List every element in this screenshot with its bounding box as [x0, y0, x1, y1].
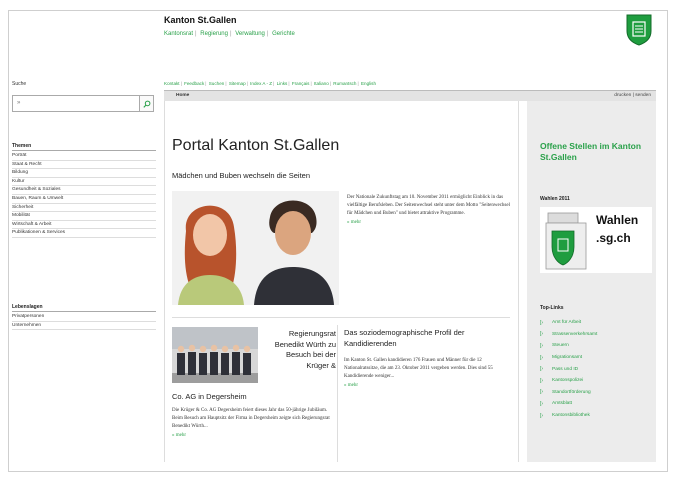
nav-kantonsrat[interactable]: Kantonsrat — [164, 31, 193, 37]
toplink-label: Pass und ID — [552, 366, 579, 372]
arrow-right-icon: [› — [540, 319, 544, 326]
arrow-right-icon: [› — [540, 331, 544, 338]
divider — [337, 325, 338, 462]
lead-heading[interactable]: Mädchen und Buben wechseln die Seiten — [172, 171, 310, 180]
sidebar-item-publikationen[interactable]: Publikationen & Services — [12, 229, 156, 238]
team-photo[interactable] — [172, 327, 258, 383]
themen-heading: Themen — [12, 143, 156, 151]
teaser1-more-link[interactable]: » mehr — [172, 433, 186, 438]
toplink-label: Strassenverkehrsamt — [552, 331, 598, 337]
wahlen-heading: Wahlen 2011 — [540, 196, 570, 202]
ballot-box-icon — [545, 212, 587, 270]
sidebar-item-kultur[interactable]: Kultur — [12, 178, 156, 187]
arrow-right-icon: [› — [540, 412, 544, 419]
arrow-right-icon: [› — [540, 354, 544, 361]
divider — [172, 317, 510, 318]
sidebar-item-sicherheit[interactable]: Sicherheit — [12, 204, 156, 213]
toplink-item[interactable]: [› Migrationsamt — [540, 352, 597, 364]
service-link-suchen[interactable]: Suchen — [209, 81, 225, 86]
service-link-feedback[interactable]: Feedback — [184, 81, 204, 86]
service-link-francais[interactable]: Français — [292, 81, 310, 86]
arrow-right-icon: [› — [540, 377, 544, 384]
service-link-english[interactable]: English — [361, 81, 376, 86]
toplink-item[interactable]: [› Amtsblatt — [540, 398, 597, 410]
sidebar-item-privatpersonen[interactable]: Privatpersonen — [12, 313, 156, 322]
service-link-italiano[interactable]: Italiano — [314, 81, 329, 86]
st-gallen-crest-icon[interactable] — [626, 14, 652, 46]
toplink-item[interactable]: [› Strassenverkehrsamt — [540, 329, 597, 341]
themen-list: Porträt Staat & Recht Bildung Kultur Ges… — [12, 152, 156, 238]
site-title[interactable]: Kanton St.Gallen — [164, 15, 237, 25]
sidebar-item-wirtschaft[interactable]: Wirtschaft & Arbeit — [12, 221, 156, 230]
sidebar-item-bauen[interactable]: Bauen, Raum & Umwelt — [12, 195, 156, 204]
search-icon — [142, 100, 150, 108]
toplink-label: Kantonspolizei — [552, 378, 584, 384]
teaser2-text: Im Kanton St. Gallen kandidieren 176 Fra… — [344, 357, 510, 390]
lebenslagen-heading: Lebenslagen — [12, 304, 156, 312]
service-link-index[interactable]: Index A - Z — [250, 81, 272, 86]
hero-photo[interactable] — [172, 191, 339, 305]
hero-paragraph: Der Nationale Zukunftstag am 10. Novembe… — [347, 195, 510, 217]
breadcrumb-home[interactable]: Home — [176, 93, 189, 98]
teaser1-text: Die Krüger & Co. AG Degersheim feiert di… — [172, 407, 332, 440]
teaser1-title[interactable]: Regierungsrat Benedikt Würth zu Besuch b… — [262, 329, 336, 371]
nav-verwaltung[interactable]: Verwaltung — [235, 31, 265, 37]
toplink-item[interactable]: [› Amt für Arbeit — [540, 317, 597, 329]
service-link-rumantsch[interactable]: Rumantsch — [333, 81, 356, 86]
arrow-right-icon: [› — [540, 342, 544, 349]
wahlen-banner-line1: Wahlen — [596, 213, 639, 227]
teaser1-title-tail[interactable]: Co. AG in Degersheim — [172, 392, 247, 401]
page-title: Portal Kanton St.Gallen — [172, 137, 340, 154]
sidebar-item-bildung[interactable]: Bildung — [12, 169, 156, 178]
teaser2-paragraph: Im Kanton St. Gallen kandidieren 176 Fra… — [344, 358, 493, 380]
sidebar-item-unternehmen[interactable]: Unternehmen — [12, 322, 156, 331]
arrow-right-icon: [› — [540, 366, 544, 373]
teaser2-title[interactable]: Das soziodemographische Profil der Kandi… — [344, 327, 514, 349]
breadcrumb-bar: Home drucken | senden — [164, 90, 656, 101]
toplinks-list: [› Amt für Arbeit [› Strassenverkehrsamt [… — [540, 317, 597, 421]
lebenslagen-list: Privatpersonen Unternehmen — [12, 313, 156, 331]
service-link-kontakt[interactable]: Kontakt — [164, 81, 180, 86]
service-link-sitemap[interactable]: Sitemap — [229, 81, 246, 86]
print-send-links[interactable]: drucken | senden — [614, 93, 651, 98]
toplink-item[interactable]: [› Kantonspolizei — [540, 375, 597, 387]
search-input[interactable]: » — [12, 95, 140, 112]
toplink-item[interactable]: [› Pass und ID — [540, 363, 597, 375]
toplink-label: Standortförderung — [552, 389, 591, 395]
toplink-label: Migrationsamt — [552, 355, 583, 361]
toplink-label: Steuern — [552, 343, 569, 349]
service-link-links[interactable]: Links — [277, 81, 288, 86]
toplinks-heading: Top-Links — [540, 305, 564, 311]
sidebar-item-mobilitaet[interactable]: Mobilität — [12, 212, 156, 221]
teaser2-more-link[interactable]: » mehr — [344, 383, 358, 388]
service-nav: Kontakt| Feedback| Suchen| Sitemap| Inde… — [164, 81, 377, 86]
wahlen-banner-line2: .sg.ch — [596, 231, 631, 245]
sidebar-item-gesundheit[interactable]: Gesundheit & Soziales — [12, 186, 156, 195]
toplink-item[interactable]: [› Steuern — [540, 340, 597, 352]
nav-gerichte[interactable]: Gerichte — [272, 31, 295, 37]
arrow-right-icon: [› — [540, 389, 544, 396]
teaser1-paragraph: Die Krüger & Co. AG Degersheim feiert di… — [172, 408, 330, 430]
hero-more-link[interactable]: » mehr — [347, 220, 361, 225]
toplink-label: Amt für Arbeit — [552, 320, 582, 326]
arrow-right-icon: [› — [540, 400, 544, 407]
search-button[interactable] — [140, 95, 154, 112]
search-label: Suche — [12, 81, 27, 87]
main-nav: Kantonsrat | Regierung | Verwaltung | Geric… — [164, 31, 295, 37]
wahlen-banner[interactable]: Wahlen .sg.ch — [540, 207, 652, 273]
sidebar-item-staat-recht[interactable]: Staat & Recht — [12, 161, 156, 170]
nav-regierung[interactable]: Regierung — [200, 31, 228, 37]
toplink-label: Kantonsbibliothek — [552, 413, 590, 419]
hero-text: Der Nationale Zukunftstag am 10. Novembe… — [347, 194, 513, 227]
toplink-item[interactable]: [› Kantonsbibliothek — [540, 410, 597, 422]
sidebar-item-portraet[interactable]: Porträt — [12, 152, 156, 161]
jobs-link[interactable]: Offene Stellen im Kanton St.Gallen — [540, 141, 652, 163]
toplink-item[interactable]: [› Standortförderung — [540, 387, 597, 399]
toplink-label: Amtsblatt — [552, 401, 572, 407]
